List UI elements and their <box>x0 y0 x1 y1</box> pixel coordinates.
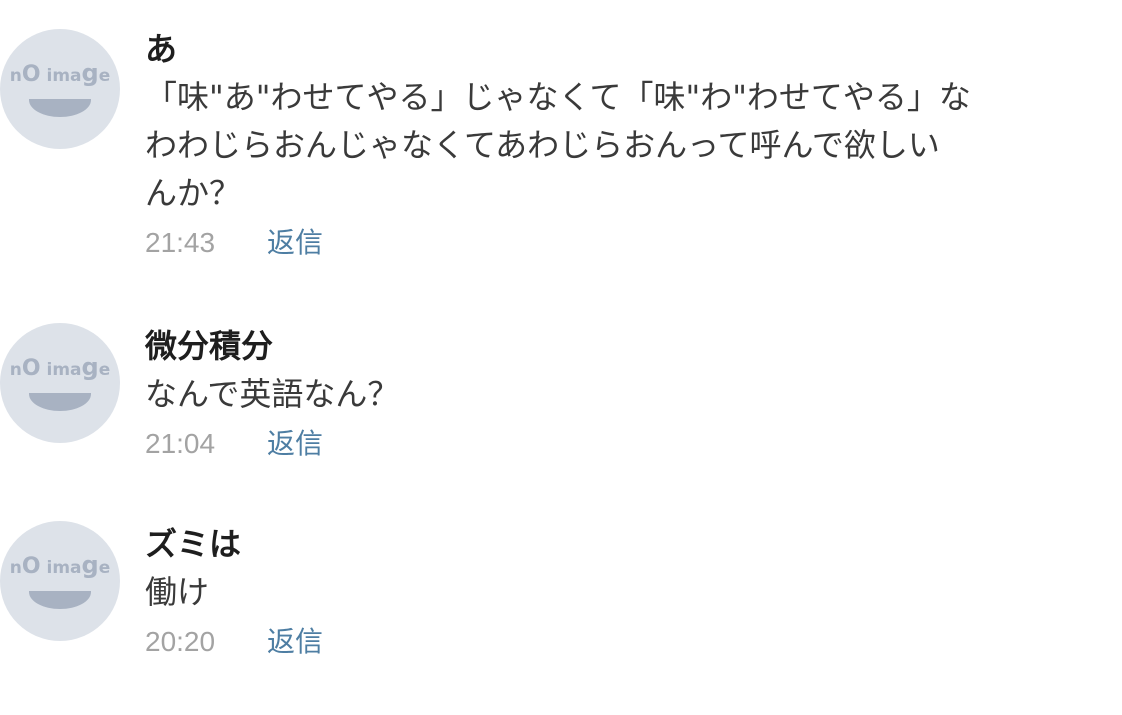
comment-time: 20:20 <box>145 626 216 657</box>
comment-author[interactable]: あ <box>145 29 1075 69</box>
comment-content: あ 「味"あ"わせてやる」じゃなくて「味"わ"わせてやる」な わわじらおんじゃな… <box>145 29 1075 263</box>
comment-content: 微分積分 なんで英語なん？ 21:04 返信 <box>145 326 1075 464</box>
comment-body: 働け <box>145 573 210 611</box>
reply-button[interactable]: 返信 <box>267 424 323 464</box>
reply-button[interactable]: 返信 <box>267 622 323 662</box>
smile-icon <box>29 99 91 117</box>
comment-time: 21:04 <box>145 428 216 459</box>
smile-icon <box>29 393 91 411</box>
avatar[interactable]: nO image <box>0 323 120 443</box>
no-image-placeholder-icon: nO image <box>9 59 111 87</box>
comment-body: 「味"あ"わせてやる」じゃなくて「味"わ"わせてやる」な わわじらおんじゃなくて… <box>145 78 971 212</box>
no-image-placeholder-icon: nO image <box>9 551 111 579</box>
comment-meta: 20:20 返信 <box>145 622 1075 662</box>
no-image-placeholder-icon: nO image <box>9 353 111 381</box>
avatar[interactable]: nO image <box>0 29 120 149</box>
avatar[interactable]: nO image <box>0 521 120 641</box>
comment-meta: 21:04 返信 <box>145 424 1075 464</box>
reply-button[interactable]: 返信 <box>267 223 323 263</box>
comment-content: ズミは 働け 20:20 返信 <box>145 524 1075 662</box>
comment-author[interactable]: ズミは <box>145 524 1075 564</box>
comment-author[interactable]: 微分積分 <box>145 326 1075 366</box>
comment-meta: 21:43 返信 <box>145 223 1075 263</box>
smile-icon <box>29 591 91 609</box>
comment-body: なんで英語なん？ <box>145 375 400 413</box>
comment-time: 21:43 <box>145 227 216 258</box>
